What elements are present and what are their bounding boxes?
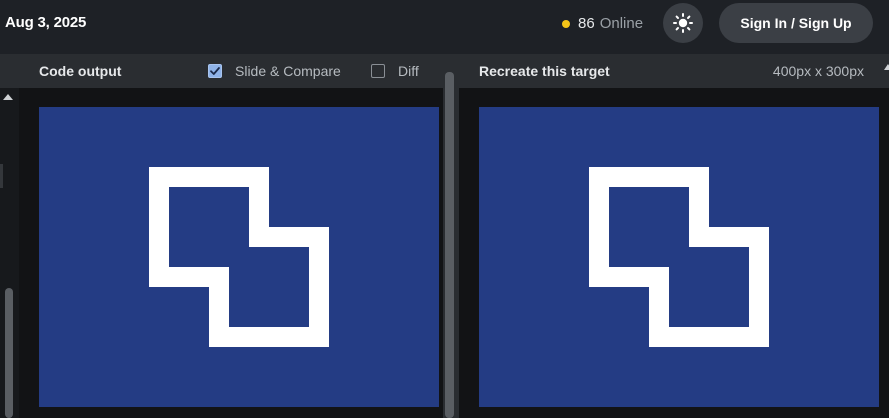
top-bar: Aug 3, 2025 86 Online Sign In / Sign Up [0,0,889,54]
slide-compare-option[interactable]: Slide & Compare [208,63,341,79]
code-output-canvas [39,107,439,407]
slide-compare-checkbox[interactable] [208,64,222,78]
online-dot-icon [562,19,570,28]
target-title: Recreate this target [479,63,610,79]
online-label: Online [599,15,644,32]
right-scroll-up-arrow-icon[interactable] [884,64,889,70]
date-label: Aug 3, 2025 [5,14,87,31]
diff-checkbox[interactable] [371,64,385,78]
online-status: 86 Online [562,15,643,32]
online-count: 86 [578,15,595,32]
slide-compare-label[interactable]: Slide & Compare [235,63,341,79]
gutter-header [0,54,19,88]
checkmark-icon [210,67,220,75]
target-header: Recreate this target 400px x 300px [459,54,889,88]
left-scrollbar-thumb[interactable] [5,288,13,418]
code-output-panel: Code output Slide & Compare Diff [19,54,443,418]
gutter-marker [0,164,3,188]
diff-option[interactable]: Diff [371,63,419,79]
code-output-header: Code output Slide & Compare Diff [19,54,443,88]
target-canvas [479,107,879,407]
code-output-title: Code output [39,63,122,79]
scroll-up-arrow-icon[interactable] [3,94,13,100]
target-panel: Recreate this target 400px x 300px [459,54,889,418]
panel-divider[interactable] [443,54,459,418]
target-shape-graphic [589,167,769,347]
sun-icon [673,13,693,33]
left-gutter [0,54,19,418]
divider-handle[interactable] [445,72,454,418]
target-dimensions: 400px x 300px [772,63,864,79]
sign-in-button[interactable]: Sign In / Sign Up [719,3,873,43]
diff-label[interactable]: Diff [398,63,419,79]
output-shape-graphic [149,167,329,347]
theme-toggle-button[interactable] [663,3,703,43]
